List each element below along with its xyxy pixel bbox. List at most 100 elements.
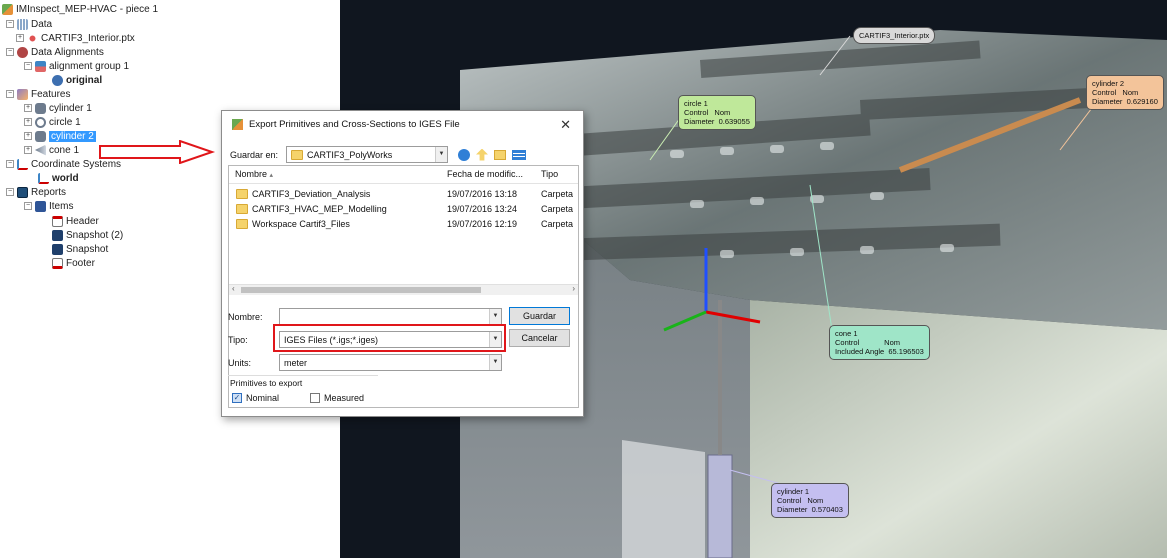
units-select[interactable]: meter ▼ — [279, 354, 502, 371]
tree-snapshot2[interactable]: Snapshot (2) — [52, 228, 123, 242]
measured-checkbox-row[interactable]: Measured — [310, 393, 364, 403]
close-icon[interactable]: ✕ — [560, 117, 571, 133]
col-name-header[interactable]: Nombre ▴ — [235, 169, 273, 179]
expand-icon[interactable]: + — [24, 146, 32, 154]
chevron-down-icon[interactable]: ▼ — [489, 355, 501, 370]
save-in-label: Guardar en: — [230, 149, 279, 160]
tree-world-label: world — [52, 172, 79, 184]
tree-reports-label: Reports — [31, 186, 67, 198]
scroll-right-icon[interactable]: › — [572, 284, 575, 293]
save-in-row: Guardar en: CARTIF3_PolyWorks ▼ — [230, 146, 526, 163]
collapse-icon[interactable]: − — [6, 48, 14, 56]
tree-cylinder2[interactable]: + cylinder 2 — [24, 129, 96, 143]
measured-checkbox[interactable] — [310, 393, 320, 403]
units-value: meter — [284, 357, 308, 368]
name-input[interactable]: ▼ — [279, 308, 502, 325]
tree-cylinder1-label: cylinder 1 — [49, 102, 92, 114]
tree-header[interactable]: Header — [52, 214, 99, 228]
collapse-icon[interactable]: − — [24, 62, 32, 70]
tree-data-alignments[interactable]: − Data Alignments — [6, 45, 104, 59]
file-row[interactable]: CARTIF3_HVAC_MEP_Modelling 19/07/2016 13… — [229, 201, 578, 216]
file-row[interactable]: CARTIF3_Deviation_Analysis 19/07/2016 13… — [229, 186, 578, 201]
dialog-title: Export Primitives and Cross-Sections to … — [249, 118, 460, 130]
tree-snapshot[interactable]: Snapshot — [52, 242, 108, 256]
tree-root[interactable]: IMInspect_MEP-HVAC - piece 1 — [2, 2, 158, 16]
expand-icon[interactable]: + — [24, 118, 32, 126]
collapse-icon[interactable]: − — [6, 160, 14, 168]
file-type: Carpeta — [541, 218, 574, 229]
highlight-box — [273, 324, 506, 352]
file-list-header: Nombre ▴ Fecha de modific... Tipo — [229, 166, 578, 184]
scroll-left-icon[interactable]: ‹ — [232, 284, 235, 293]
items-icon — [35, 200, 46, 212]
tree-header-label: Header — [66, 215, 99, 227]
collapse-icon[interactable]: − — [6, 90, 14, 98]
label-cone1[interactable]: cone 1 Control Nom Included Angle 65.196… — [829, 325, 930, 360]
label-circle1[interactable]: circle 1 Control Nom Diameter 0.639055 — [678, 95, 756, 130]
cylinder-icon — [35, 102, 46, 114]
polyworks-icon — [232, 118, 243, 130]
tree-features[interactable]: − Features — [6, 87, 70, 101]
tree-reports[interactable]: − Reports — [6, 185, 66, 199]
tree-original[interactable]: original — [52, 73, 102, 87]
up-folder-icon[interactable] — [476, 148, 488, 161]
name-label: Nombre: — [228, 311, 263, 322]
tree-data-label: Data — [31, 18, 53, 30]
save-in-select[interactable]: CARTIF3_PolyWorks ▼ — [286, 146, 448, 163]
tree-data[interactable]: − Data — [6, 17, 52, 31]
tree-items[interactable]: − Items — [24, 199, 73, 213]
tree-alignment-group[interactable]: − alignment group 1 — [24, 59, 129, 73]
tree-circle1-label: circle 1 — [49, 116, 81, 128]
tree-cylinder1[interactable]: + cylinder 1 — [24, 101, 92, 115]
chevron-down-icon[interactable]: ▼ — [489, 309, 501, 324]
report-footer-icon — [52, 257, 63, 269]
file-name: CARTIF3_HVAC_MEP_Modelling — [252, 203, 387, 214]
name-row: Nombre: ▼ — [228, 308, 502, 325]
folder-icon — [236, 188, 248, 199]
expand-icon[interactable]: + — [24, 132, 32, 140]
nominal-checkbox[interactable]: ✓ — [232, 393, 242, 403]
cancel-button[interactable]: Cancelar — [509, 329, 570, 347]
collapse-icon[interactable]: − — [6, 188, 14, 196]
tree-cone1[interactable]: + cone 1 — [24, 143, 79, 157]
tree-circle1[interactable]: + circle 1 — [24, 115, 81, 129]
chevron-down-icon[interactable]: ▼ — [435, 147, 447, 162]
dialog-titlebar[interactable]: Export Primitives and Cross-Sections to … — [222, 111, 583, 137]
report-header-icon — [52, 215, 63, 227]
data-grid-icon — [17, 18, 28, 30]
label-ptx[interactable]: CARTIF3_Interior.ptx — [853, 27, 936, 44]
label-cylinder2[interactable]: cylinder 2 Control Nom Diameter 0.629160 — [1086, 75, 1164, 110]
units-row: Units: meter ▼ — [228, 354, 502, 371]
tree-data-file[interactable]: + CARTIF3_Interior.ptx — [16, 31, 135, 45]
reports-icon — [17, 186, 28, 198]
units-label: Units: — [228, 357, 252, 368]
measured-label: Measured — [324, 393, 365, 403]
tree-features-label: Features — [31, 88, 71, 100]
horizontal-scrollbar[interactable]: ‹ › — [229, 284, 578, 295]
export-iges-dialog: Export Primitives and Cross-Sections to … — [221, 110, 584, 417]
axes-icon — [38, 172, 49, 184]
back-icon[interactable] — [458, 148, 470, 161]
file-row[interactable]: Workspace Cartif3_Files 19/07/2016 12:19… — [229, 216, 578, 231]
collapse-icon[interactable]: − — [24, 202, 32, 210]
col-type-header[interactable]: Tipo — [541, 169, 558, 179]
new-folder-icon[interactable] — [494, 149, 506, 160]
file-list[interactable]: Nombre ▴ Fecha de modific... Tipo CARTIF… — [228, 165, 579, 408]
features-icon — [17, 88, 28, 100]
collapse-icon[interactable]: − — [6, 20, 14, 28]
view-menu-icon[interactable] — [512, 149, 526, 160]
col-date-header[interactable]: Fecha de modific... — [447, 169, 523, 179]
expand-icon[interactable]: + — [24, 104, 32, 112]
label-cylinder1[interactable]: cylinder 1 Control Nom Diameter 0.570403 — [771, 483, 849, 518]
file-type: Carpeta — [541, 188, 574, 199]
expand-icon[interactable]: + — [16, 34, 24, 42]
nominal-checkbox-row[interactable]: ✓ Nominal — [232, 393, 279, 403]
tree-footer[interactable]: Footer — [52, 256, 95, 270]
nominal-label: Nominal — [246, 393, 280, 403]
tree-world[interactable]: world — [38, 171, 79, 185]
point-cloud-icon — [27, 32, 38, 44]
tree-original-label: original — [66, 74, 103, 86]
save-button[interactable]: Guardar — [509, 307, 570, 325]
scrollbar-thumb[interactable] — [241, 287, 481, 293]
folder-icon — [236, 218, 248, 229]
